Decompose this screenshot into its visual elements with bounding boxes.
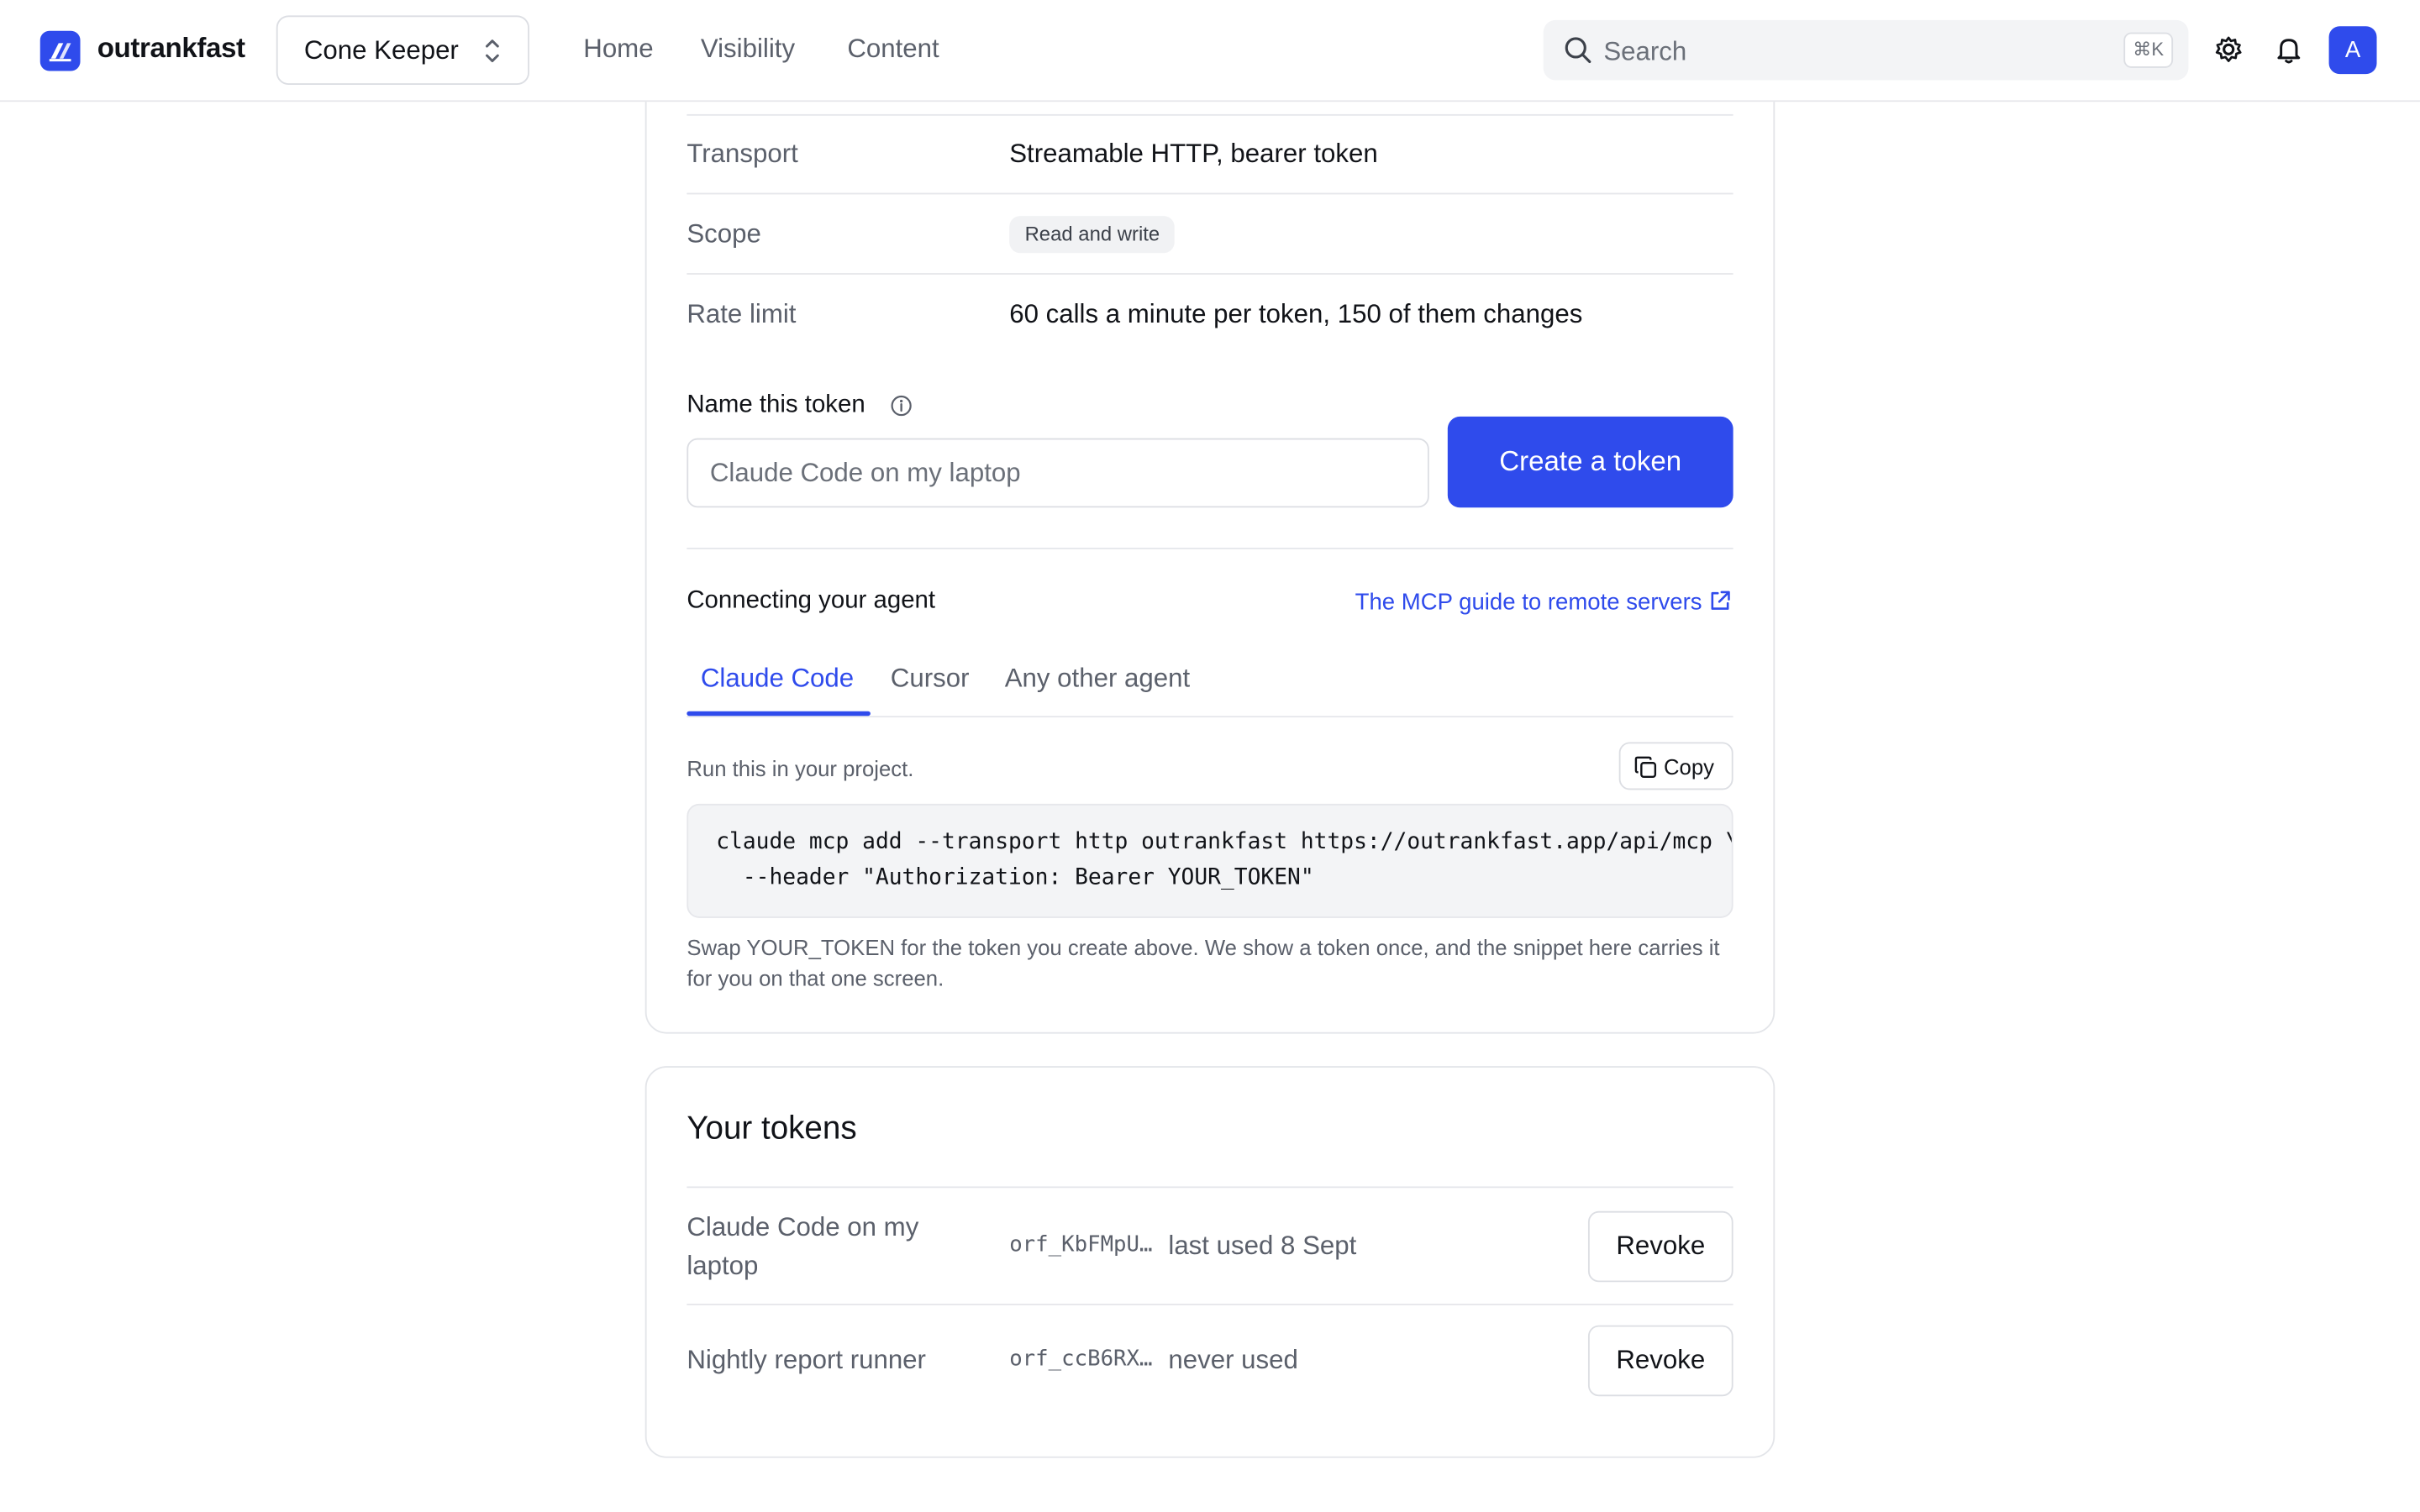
scope-badge: Read and write <box>1009 216 1176 254</box>
code-snippet[interactable]: claude mcp add --transport http outrankf… <box>687 803 1733 918</box>
divider <box>687 548 1733 549</box>
divider <box>687 192 1733 195</box>
brand-name[interactable]: outrankfast <box>97 33 245 66</box>
tab-any-other-agent[interactable]: Any other agent <box>1005 664 1190 695</box>
token-id: orf_ccB6RX… <box>1009 1347 1153 1372</box>
divider <box>687 1186 1733 1189</box>
project-switcher[interactable]: Cone Keeper <box>276 15 529 86</box>
tab-cursor[interactable]: Cursor <box>891 664 970 695</box>
chevron-up-down-icon <box>485 37 500 72</box>
copy-button[interactable]: Copy <box>1618 742 1733 790</box>
bolt-logo-icon[interactable] <box>39 30 81 71</box>
avatar[interactable]: A <box>2328 26 2377 75</box>
search-icon <box>1564 35 1593 72</box>
nav-visibility[interactable]: Visibility <box>701 34 795 65</box>
search-placeholder: Search <box>1603 37 1687 66</box>
divider <box>687 273 1733 275</box>
divider <box>687 1304 1733 1305</box>
transport-label: Transport <box>687 139 798 169</box>
revoke-button[interactable]: Revoke <box>1587 1210 1733 1283</box>
active-tab-indicator <box>687 711 871 717</box>
token-id: orf_KbFMpU… <box>1009 1232 1153 1257</box>
token-name-input[interactable] <box>687 438 1429 508</box>
code-line: --header "Authorization: Bearer YOUR_TOK… <box>716 865 1314 890</box>
nav-content[interactable]: Content <box>847 34 939 65</box>
token-note: Swap YOUR_TOKEN for the token you create… <box>687 935 1720 991</box>
token-name-label: Name this token <box>687 391 865 418</box>
copy-label: Copy <box>1663 754 1714 780</box>
search-bar[interactable]: Search ⌘K <box>1543 19 2189 81</box>
tokens-title: Your tokens <box>687 1110 857 1147</box>
copy-icon <box>1634 756 1658 787</box>
connect-section-title: Connecting your agent <box>687 587 936 615</box>
code-line: claude mcp add --transport http outrankf… <box>716 830 1733 855</box>
run-instruction: Run this in your project. <box>687 755 914 781</box>
create-token-button[interactable]: Create a token <box>1447 416 1733 508</box>
divider <box>687 113 1733 116</box>
revoke-button[interactable]: Revoke <box>1587 1325 1733 1397</box>
project-name: Cone Keeper <box>303 35 459 66</box>
tab-claude-code[interactable]: Claude Code <box>701 664 854 695</box>
search-shortcut: ⌘K <box>2123 32 2174 68</box>
nav-home[interactable]: Home <box>583 34 653 65</box>
rate-limit-value: 60 calls a minute per token, 150 of them… <box>1009 299 1583 329</box>
rate-limit-label: Rate limit <box>687 299 797 329</box>
tabs-divider <box>687 716 1733 718</box>
app-root: outrankfast Cone Keeper Home Visibility … <box>0 0 2420 1512</box>
scope-label: Scope <box>687 218 761 249</box>
token-name: Claude Code on my laptop <box>687 1212 919 1281</box>
external-link-icon[interactable] <box>1708 590 1732 621</box>
gear-icon[interactable] <box>2213 34 2244 65</box>
mcp-guide-link[interactable]: The MCP guide to remote servers <box>1355 590 1702 616</box>
top-bar: outrankfast Cone Keeper Home Visibility … <box>0 0 2420 102</box>
token-last-used: never used <box>1168 1345 1298 1375</box>
info-icon[interactable] <box>891 395 913 424</box>
token-name: Nightly report runner <box>687 1345 926 1375</box>
transport-value: Streamable HTTP, bearer token <box>1009 139 1378 169</box>
bell-icon[interactable] <box>2273 34 2304 65</box>
token-last-used: last used 8 Sept <box>1168 1231 1357 1261</box>
